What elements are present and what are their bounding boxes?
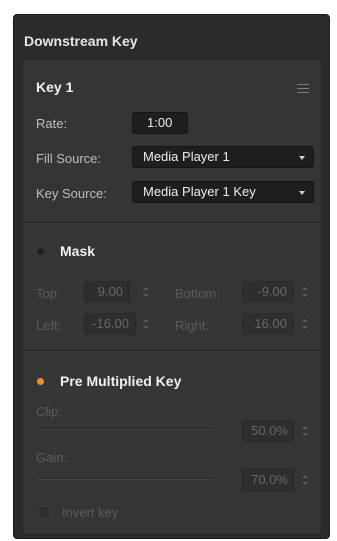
gain-slider[interactable]	[36, 478, 214, 480]
mask-right-stepper[interactable]	[300, 313, 310, 335]
clip-slider[interactable]	[36, 428, 214, 430]
rate-value: 1:00	[147, 115, 173, 130]
mask-top-input[interactable]: 9.00	[84, 281, 130, 303]
fill-source-dropdown[interactable]: Media Player 1	[132, 146, 314, 168]
panel-title: Downstream Key	[24, 33, 138, 49]
mask-left-stepper[interactable]	[141, 313, 151, 335]
key-source-value: Media Player 1 Key	[143, 184, 256, 199]
clip-label: Clip:	[36, 404, 63, 419]
mask-right-value: 16.00	[254, 316, 287, 331]
screenshot-frame: Downstream Key Key 1 Rate: 1:00 Fill Sou…	[0, 0, 337, 541]
invert-key-checkbox[interactable]	[38, 506, 51, 519]
chevron-down-icon	[299, 191, 305, 195]
premultiplied-toggle-indicator[interactable]	[37, 378, 44, 385]
premultiplied-key-label[interactable]: Pre Multiplied Key	[60, 373, 181, 389]
mask-left-value: -16.00	[92, 316, 129, 331]
mask-top-value: 9.00	[97, 284, 123, 299]
key-source-dropdown[interactable]: Media Player 1 Key	[132, 181, 314, 203]
chevron-down-icon	[299, 156, 305, 160]
mask-toggle-indicator[interactable]	[37, 248, 44, 255]
clip-input[interactable]: 50.0%	[242, 420, 294, 442]
mask-top-label: Top:	[36, 286, 61, 301]
mask-bottom-value: -9.00	[257, 284, 287, 299]
gain-input[interactable]: 70.0%	[242, 469, 294, 491]
fill-source-label: Fill Source:	[36, 151, 102, 166]
key-source-label: Key Source:	[36, 186, 107, 201]
clip-stepper[interactable]	[300, 420, 310, 442]
rate-input[interactable]: 1:00	[132, 112, 188, 134]
clip-value: 50.0%	[251, 423, 288, 438]
key-title: Key 1	[36, 79, 74, 95]
section-divider-highlight	[23, 351, 321, 352]
mask-top-stepper[interactable]	[141, 281, 151, 303]
gain-value: 70.0%	[251, 472, 288, 487]
mask-right-input[interactable]: 16.00	[242, 313, 294, 335]
gain-stepper[interactable]	[300, 469, 310, 491]
mask-left-label: Left:	[36, 318, 62, 333]
mask-left-input[interactable]: -16.00	[84, 313, 136, 335]
mask-bottom-stepper[interactable]	[300, 281, 310, 303]
rate-label: Rate:	[36, 116, 68, 131]
invert-key-label[interactable]: Invert key	[62, 505, 118, 520]
mask-bottom-label: Bottom:	[175, 286, 220, 301]
hamburger-menu-icon[interactable]	[297, 84, 309, 94]
mask-right-label: Right:	[175, 318, 209, 333]
mask-label[interactable]: Mask	[60, 243, 95, 259]
gain-label: Gain:	[36, 450, 68, 465]
section-divider-highlight	[23, 223, 321, 224]
fill-source-value: Media Player 1	[143, 149, 230, 164]
mask-bottom-input[interactable]: -9.00	[242, 281, 294, 303]
